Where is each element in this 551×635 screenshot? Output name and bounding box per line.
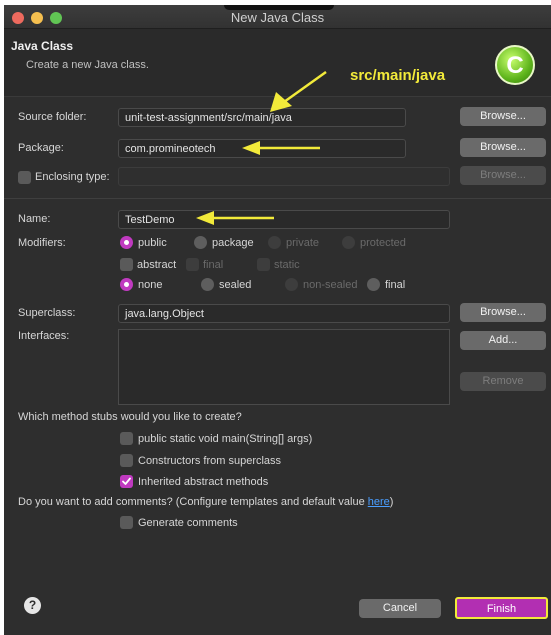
arrow-package-icon: [242, 141, 320, 155]
dialog-window: New Java Class Java Class Create a new J…: [4, 5, 551, 635]
arrow-source-folder-icon: [270, 70, 327, 112]
arrow-name-icon: [196, 211, 274, 225]
annotation-arrows: [196, 70, 327, 225]
